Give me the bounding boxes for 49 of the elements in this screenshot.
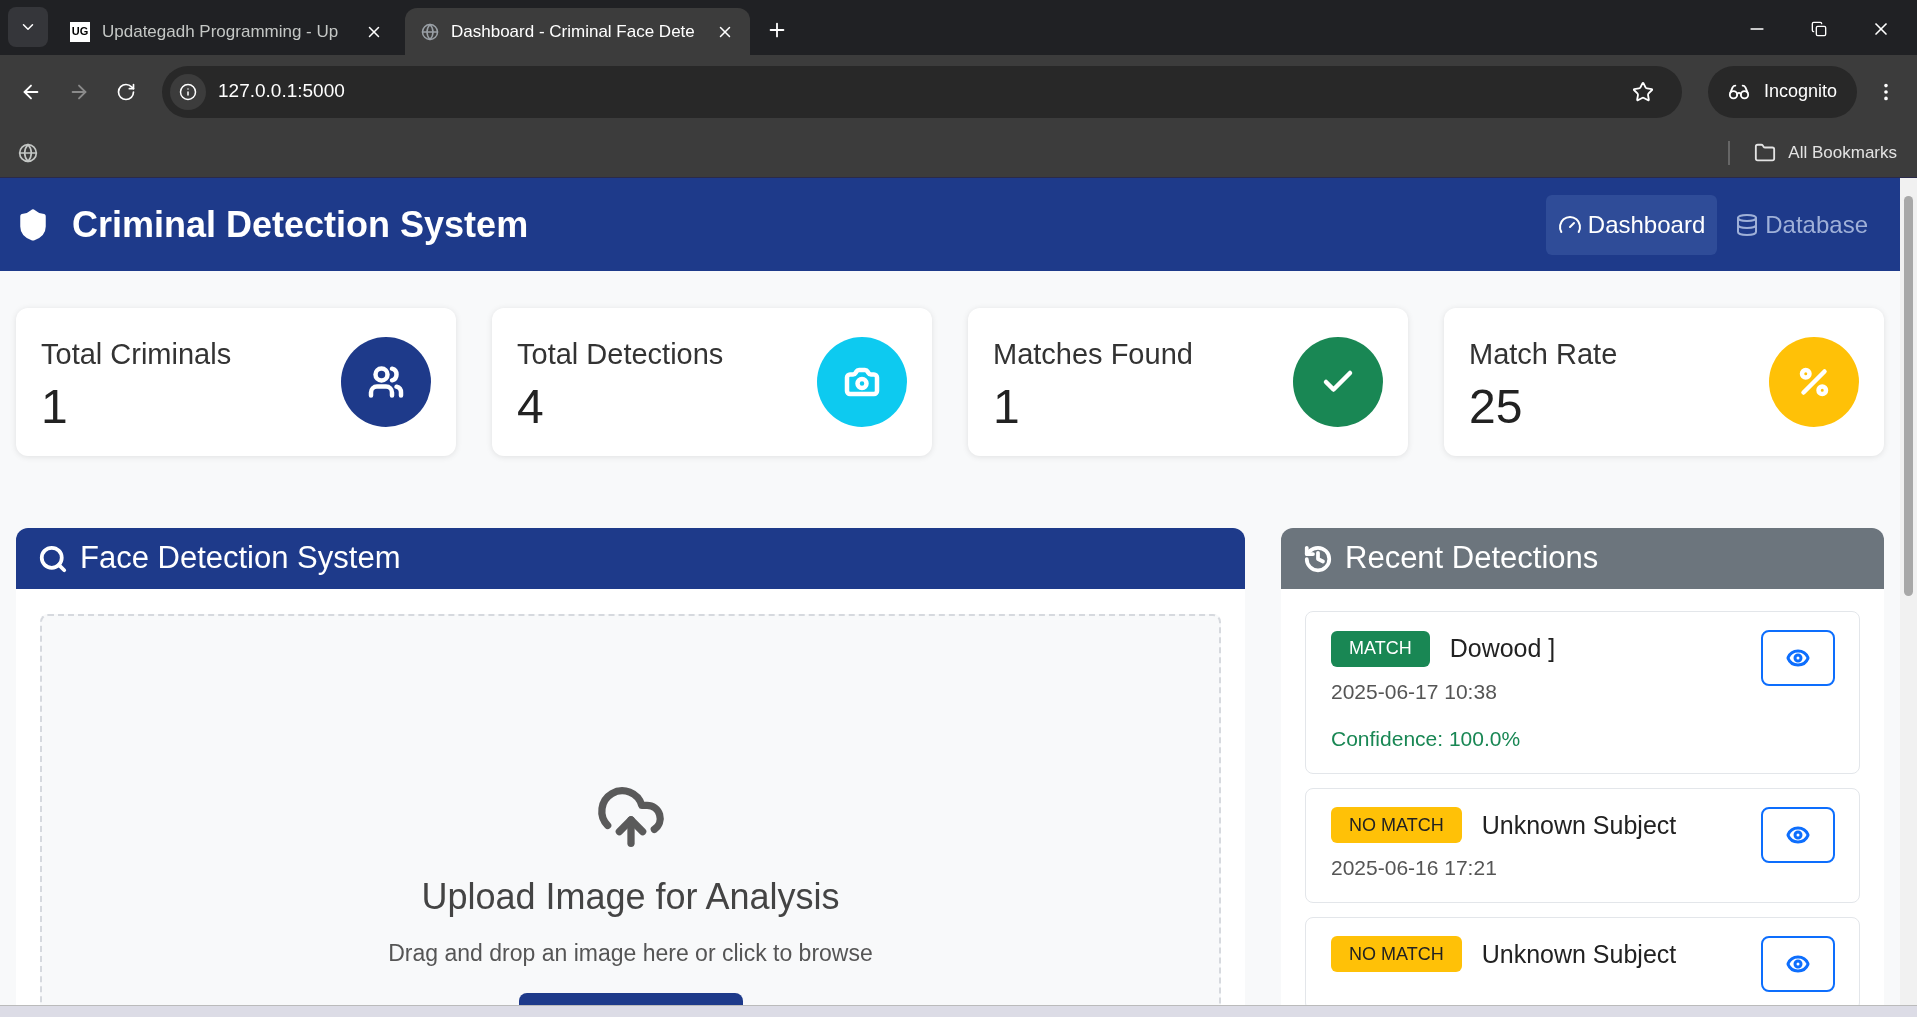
bookmark-star-icon[interactable]	[1631, 80, 1654, 103]
subject-name: Dowood ]	[1449, 633, 1556, 664]
brand-title: Criminal Detection System	[72, 202, 529, 247]
stat-label: Match Rate	[1469, 337, 1618, 373]
subject-name: Unknown Subject	[1481, 809, 1677, 841]
browser-tab[interactable]: Dashboard - Criminal Face Dete	[405, 8, 750, 55]
database-icon	[1735, 212, 1760, 237]
view-button[interactable]	[1761, 630, 1835, 686]
browser-tab[interactable]: UG Updategadh Programming - Up	[54, 8, 399, 55]
history-icon	[1303, 543, 1333, 574]
bookmarks-label: All Bookmarks	[1788, 141, 1897, 164]
site-info-icon[interactable]	[170, 73, 206, 110]
reload-icon[interactable]	[116, 81, 136, 102]
globe-icon	[421, 22, 439, 41]
upload-title: Upload Image for Analysis	[421, 875, 840, 919]
stat-value: 1	[993, 382, 1021, 431]
profile-label: Incognito	[1763, 80, 1837, 103]
all-bookmarks-button[interactable]: All Bookmarks	[1754, 139, 1899, 166]
tab-title: Updategadh Programming - Up	[102, 20, 340, 43]
folder-icon	[1754, 141, 1777, 164]
address-bar[interactable]: 127.0.0.1:5000	[162, 65, 1682, 118]
view-button[interactable]	[1761, 935, 1835, 992]
nav-link[interactable]: Dashboard	[1545, 194, 1718, 255]
subject-name: Unknown Subject	[1481, 938, 1677, 970]
search-icon	[38, 543, 68, 574]
stat-label: Total Detections	[517, 337, 724, 373]
panel-title: Recent Detections	[1345, 539, 1599, 578]
view-button[interactable]	[1761, 806, 1835, 863]
stat-value: 25	[1469, 382, 1524, 431]
upload-dropzone[interactable]: Upload Image for Analysis Drag and drop an image here or click to browse	[40, 614, 1221, 1005]
site-logo: UG	[70, 21, 90, 42]
confidence-text: Confidence: 100.0%	[1331, 726, 1522, 752]
tab-title: Dashboard - Criminal Face Dete	[451, 20, 696, 43]
detection-time: 2025-06-17 10:38	[1331, 678, 1498, 705]
globe-icon[interactable]	[18, 142, 38, 163]
restore-icon[interactable]	[1811, 21, 1827, 37]
panel-title: Face Detection System	[80, 539, 401, 578]
status-badge: NO MATCH	[1331, 807, 1462, 844]
upload-hint: Drag and drop an image here or click to browse	[388, 939, 873, 968]
stat-label: Total Criminals	[41, 337, 232, 373]
nav-link[interactable]: Database	[1723, 194, 1880, 255]
stat-value: 1	[41, 382, 69, 431]
detection-time: 2025-06-16 17:21	[1331, 855, 1498, 881]
status-badge: MATCH	[1331, 630, 1430, 667]
stat-label: Matches Found	[993, 337, 1193, 373]
stat-value: 4	[517, 382, 545, 431]
url-text: 127.0.0.1:5000	[218, 79, 346, 104]
incognito-chip[interactable]: Incognito	[1707, 65, 1857, 118]
status-badge: NO MATCH	[1331, 936, 1462, 973]
